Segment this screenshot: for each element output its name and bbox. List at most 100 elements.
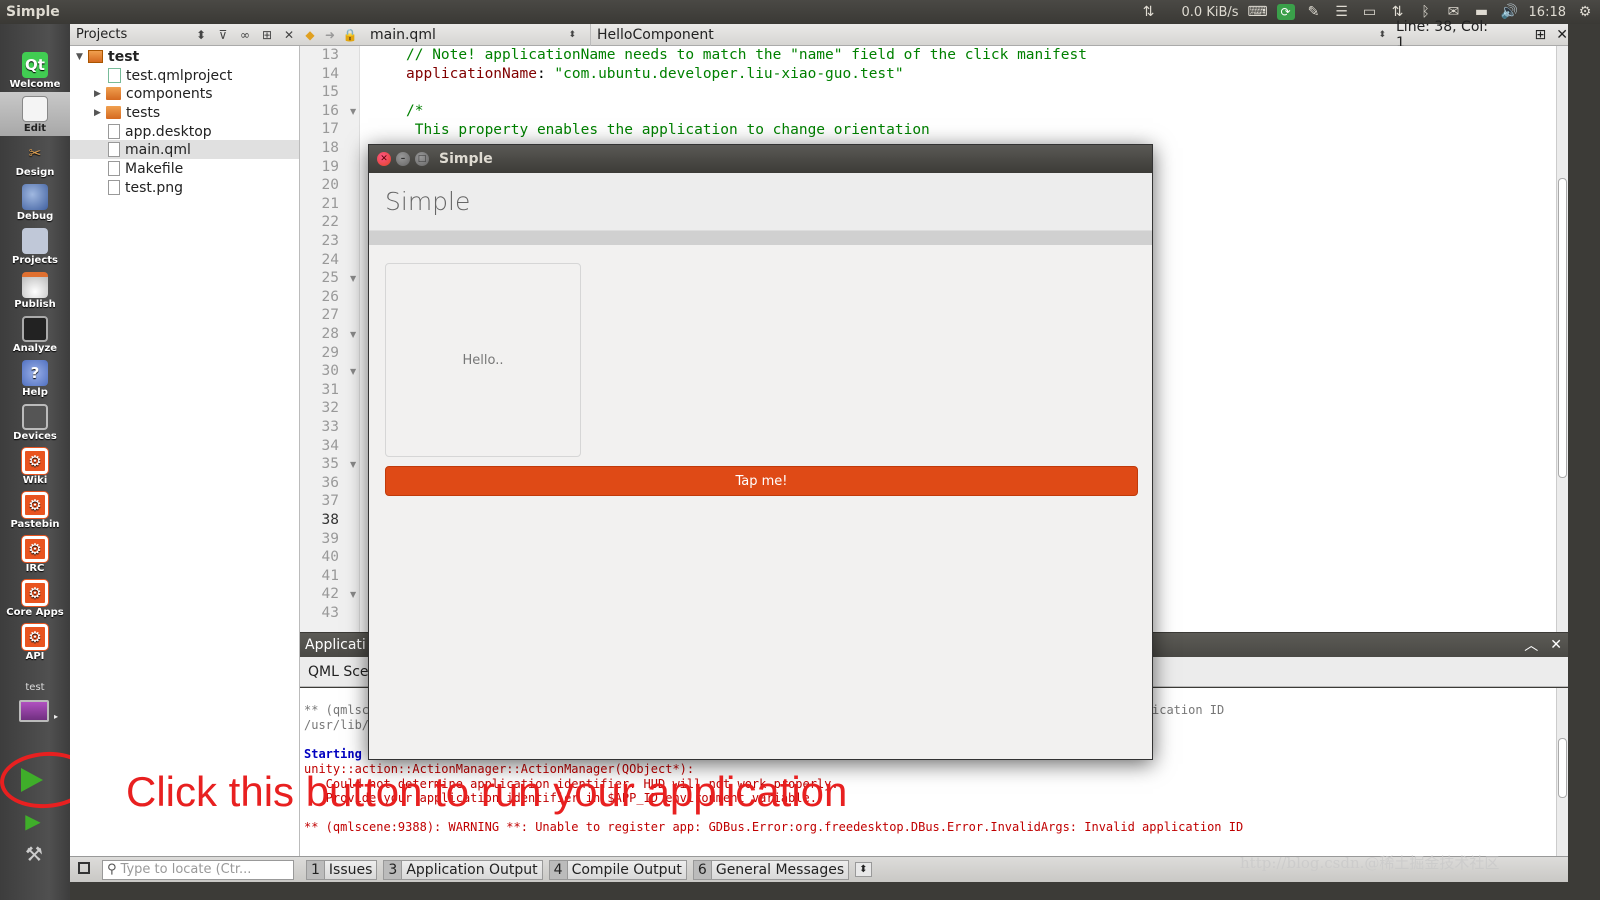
- mode-label: API: [25, 651, 45, 662]
- fold-arrow-icon[interactable]: ▼: [350, 274, 356, 283]
- build-hammer-icon[interactable]: ⚒: [22, 842, 46, 866]
- tree-label: tests: [126, 104, 161, 121]
- tab-compile-output[interactable]: 4 Compile Output: [548, 859, 687, 880]
- tree-item-main-qml[interactable]: main.qml: [70, 140, 299, 159]
- window-minimize-icon[interactable]: –: [396, 152, 410, 166]
- gear-icon[interactable]: ⚙: [1576, 4, 1594, 20]
- line-number: 23: [321, 233, 339, 249]
- mode-debug[interactable]: Debug: [0, 180, 70, 224]
- tab-application-output[interactable]: 3 Application Output: [383, 859, 543, 880]
- network-arrows-icon[interactable]: ⇅: [1140, 4, 1158, 20]
- mode-projects[interactable]: Projects: [0, 224, 70, 268]
- fold-arrow-icon[interactable]: ▼: [350, 460, 356, 469]
- tablet-icon[interactable]: ▭: [1361, 4, 1379, 20]
- qml-file-icon: [108, 142, 120, 157]
- collapsed-arrow-icon[interactable]: ▶: [94, 108, 106, 118]
- line-number: 36: [321, 474, 339, 491]
- window-close-icon[interactable]: ✕: [377, 152, 391, 166]
- tree-item-test-png[interactable]: test.png: [108, 178, 183, 197]
- output-title: Applicati: [305, 637, 366, 653]
- sidebar-toggle-icon[interactable]: [78, 862, 90, 874]
- mode-wiki[interactable]: ⚙ Wiki: [0, 444, 70, 488]
- close-icon[interactable]: ✕: [1550, 637, 1562, 653]
- fold-arrow-icon[interactable]: ▼: [350, 107, 356, 116]
- more-tabs-icon[interactable]: ⬍: [855, 862, 872, 877]
- close-icon[interactable]: ✕: [1556, 27, 1568, 43]
- clock[interactable]: 16:18: [1529, 5, 1566, 20]
- menu-list-icon[interactable]: ☰: [1333, 4, 1351, 20]
- fold-arrow-icon[interactable]: ▼: [350, 367, 356, 376]
- split-icon[interactable]: ⊞: [256, 28, 278, 42]
- line-number: 24: [321, 251, 339, 268]
- document-selector[interactable]: main.qml ⬍: [370, 24, 580, 46]
- symbol-selector[interactable]: HelloComponent ⬍: [590, 23, 1390, 46]
- tree-item-components[interactable]: ▶ components: [94, 84, 213, 103]
- tree-item-app-desktop[interactable]: app.desktop: [108, 122, 212, 141]
- tree-item-tests[interactable]: ▶ tests: [94, 103, 160, 122]
- close-icon[interactable]: ✕: [278, 28, 300, 42]
- mode-design[interactable]: ✂ Design: [0, 136, 70, 180]
- debug-run-button[interactable]: ▶: [22, 809, 44, 833]
- mode-welcome[interactable]: Qt Welcome: [0, 48, 70, 92]
- line-number: 34: [321, 437, 339, 454]
- line-number: 29: [321, 344, 339, 361]
- ubuntu-logo-icon: ⚙: [22, 448, 48, 474]
- help-question-icon: ?: [22, 360, 48, 386]
- line-number: 40: [321, 549, 339, 566]
- paperclip-icon[interactable]: ✎: [1305, 4, 1323, 20]
- tab-number: 1: [307, 860, 325, 879]
- mode-core-apps[interactable]: ⚙ Core Apps: [0, 576, 70, 620]
- tab-number: 3: [384, 860, 403, 879]
- tree-item-qmlproject[interactable]: test.qmlproject: [108, 66, 232, 85]
- line-number: 19: [321, 158, 339, 175]
- tab-issues[interactable]: 1 Issues: [306, 859, 378, 880]
- mode-edit[interactable]: Edit: [0, 92, 70, 136]
- output-scrollbar[interactable]: [1556, 688, 1568, 856]
- log-line-tail: ication ID: [1152, 703, 1225, 717]
- tree-item-makefile[interactable]: Makefile: [108, 159, 183, 178]
- tree-label: Makefile: [125, 160, 184, 177]
- editor-scrollbar[interactable]: [1556, 46, 1568, 632]
- app-titlebar[interactable]: ✕ – □ Simple: [369, 145, 1152, 173]
- tab-label: General Messages: [715, 861, 845, 878]
- mode-publish[interactable]: Publish: [0, 268, 70, 312]
- back-arrow-icon[interactable]: ◆: [300, 28, 320, 42]
- scroll-thumb[interactable]: [1558, 178, 1567, 478]
- link-icon[interactable]: ∞: [234, 28, 256, 42]
- output-tab-qml-scene[interactable]: QML Scer: [308, 664, 374, 680]
- volume-icon[interactable]: 🔊: [1501, 4, 1519, 20]
- expand-arrow-icon[interactable]: ▼: [76, 52, 88, 62]
- mode-help[interactable]: ? Help: [0, 356, 70, 400]
- line-number: 13: [321, 47, 339, 63]
- update-icon[interactable]: ⟳: [1276, 4, 1295, 20]
- line-col-indicator[interactable]: Line: 38, Col: 1 ⊞ ✕: [1396, 19, 1568, 51]
- fold-arrow-icon[interactable]: ▼: [350, 330, 356, 339]
- tree-item-test[interactable]: ▼ test: [76, 47, 139, 66]
- collapse-icon[interactable]: ︿: [1524, 635, 1538, 655]
- tab-general-messages[interactable]: 6 General Messages: [692, 859, 850, 880]
- scroll-thumb[interactable]: [1558, 738, 1567, 798]
- mode-api[interactable]: ⚙ API: [0, 620, 70, 664]
- line-number: 35: [321, 456, 339, 473]
- split-icon[interactable]: ⊞: [1535, 27, 1547, 43]
- mode-pastebin[interactable]: ⚙ Pastebin: [0, 488, 70, 532]
- fold-arrow-icon[interactable]: ▼: [350, 590, 356, 599]
- tap-me-button[interactable]: Tap me!: [385, 466, 1138, 496]
- collapsed-arrow-icon[interactable]: ▶: [94, 89, 106, 99]
- window-maximize-icon[interactable]: □: [415, 152, 429, 166]
- kit-arrow-icon[interactable]: ▸: [54, 712, 58, 721]
- mode-analyze[interactable]: Analyze: [0, 312, 70, 356]
- mode-devices[interactable]: Devices: [0, 400, 70, 444]
- mode-irc[interactable]: ⚙ IRC: [0, 532, 70, 576]
- projects-title[interactable]: Projects: [70, 27, 190, 42]
- keyboard-icon[interactable]: ⌨: [1247, 4, 1267, 20]
- forward-arrow-icon[interactable]: ➜: [320, 28, 340, 42]
- mode-label: Pastebin: [10, 519, 60, 530]
- edit-document-icon: [22, 96, 48, 122]
- app-window[interactable]: ✕ – □ Simple Simple Hello.. Tap me!: [368, 144, 1153, 760]
- hello-label-box: Hello..: [385, 263, 581, 457]
- updown-icon[interactable]: ⬍: [190, 28, 212, 42]
- filter-icon[interactable]: ⊽: [212, 28, 234, 42]
- kit-selector-monitor-icon[interactable]: [19, 700, 49, 722]
- locator-input[interactable]: ⚲ Type to locate (Ctr...: [102, 859, 294, 880]
